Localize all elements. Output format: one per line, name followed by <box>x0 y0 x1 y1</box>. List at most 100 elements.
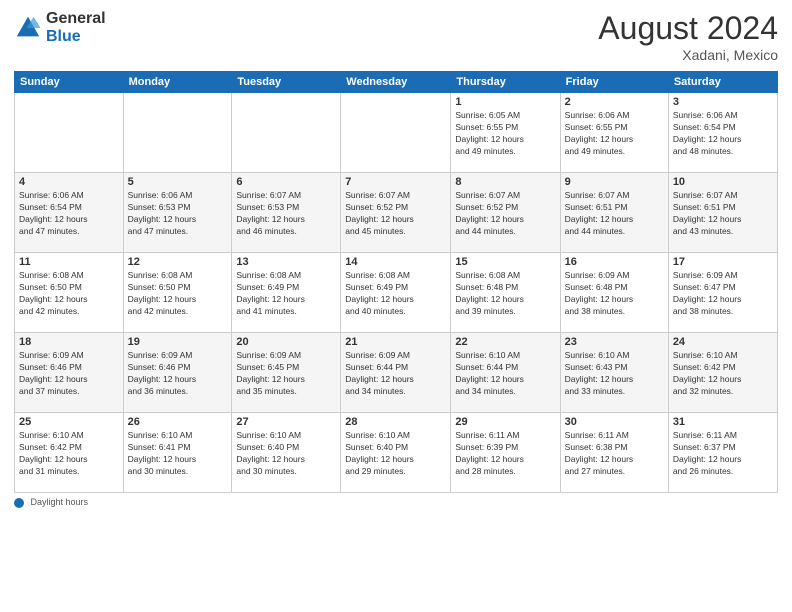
day-number: 17 <box>673 256 773 268</box>
day-info: Sunrise: 6:08 AM Sunset: 6:50 PM Dayligh… <box>128 270 228 318</box>
logo-general: General <box>46 10 106 28</box>
calendar-week-row: 18 Sunrise: 6:09 AM Sunset: 6:46 PM Dayli… <box>15 333 778 413</box>
day-info: Sunrise: 6:07 AM Sunset: 6:51 PM Dayligh… <box>565 190 664 238</box>
day-info: Sunrise: 6:11 AM Sunset: 6:37 PM Dayligh… <box>673 430 773 478</box>
day-number: 19 <box>128 336 228 348</box>
day-number: 21 <box>345 336 446 348</box>
day-info: Sunrise: 6:10 AM Sunset: 6:42 PM Dayligh… <box>673 350 773 398</box>
calendar-cell <box>123 93 232 173</box>
daylight-hours-label: Daylight hours <box>31 497 89 507</box>
title-block: August 2024 Xadani, Mexico <box>598 10 778 63</box>
calendar-cell: 2Sunrise: 6:06 AM Sunset: 6:55 PM Daylig… <box>560 93 668 173</box>
day-info: Sunrise: 6:08 AM Sunset: 6:49 PM Dayligh… <box>345 270 446 318</box>
day-info: Sunrise: 6:09 AM Sunset: 6:46 PM Dayligh… <box>19 350 119 398</box>
day-number: 4 <box>19 176 119 188</box>
day-number: 25 <box>19 416 119 428</box>
calendar-week-row: 1Sunrise: 6:05 AM Sunset: 6:55 PM Daylig… <box>15 93 778 173</box>
day-number: 16 <box>565 256 664 268</box>
calendar-cell: 1Sunrise: 6:05 AM Sunset: 6:55 PM Daylig… <box>451 93 560 173</box>
calendar-cell: 8Sunrise: 6:07 AM Sunset: 6:52 PM Daylig… <box>451 173 560 253</box>
logo-icon <box>14 14 42 42</box>
footer: Daylight hours <box>14 497 778 508</box>
day-number: 6 <box>236 176 336 188</box>
day-of-week-header: Friday <box>560 72 668 93</box>
calendar-cell: 4Sunrise: 6:06 AM Sunset: 6:54 PM Daylig… <box>15 173 124 253</box>
calendar-cell: 23 Sunrise: 6:10 AM Sunset: 6:43 PM Dayli… <box>560 333 668 413</box>
day-of-week-header: Saturday <box>668 72 777 93</box>
day-number: 18 <box>19 336 119 348</box>
day-number: 13 <box>236 256 336 268</box>
day-number: 8 <box>455 176 555 188</box>
day-info: Sunrise: 6:10 AM Sunset: 6:44 PM Dayligh… <box>455 350 555 398</box>
day-info: Sunrise: 6:09 AM Sunset: 6:47 PM Dayligh… <box>673 270 773 318</box>
day-info: Sunrise: 6:08 AM Sunset: 6:48 PM Dayligh… <box>455 270 555 318</box>
calendar-cell: 25 Sunrise: 6:10 AM Sunset: 6:42 PM Dayli… <box>15 413 124 493</box>
day-of-week-header: Sunday <box>15 72 124 93</box>
day-info: Sunrise: 6:05 AM Sunset: 6:55 PM Dayligh… <box>455 110 555 158</box>
day-number: 29 <box>455 416 555 428</box>
calendar-table: SundayMondayTuesdayWednesdayThursdayFrid… <box>14 71 778 493</box>
day-number: 3 <box>673 96 773 108</box>
day-info: Sunrise: 6:10 AM Sunset: 6:42 PM Dayligh… <box>19 430 119 478</box>
calendar-cell: 30 Sunrise: 6:11 AM Sunset: 6:38 PM Dayli… <box>560 413 668 493</box>
calendar-cell: 9Sunrise: 6:07 AM Sunset: 6:51 PM Daylig… <box>560 173 668 253</box>
day-number: 20 <box>236 336 336 348</box>
calendar-cell: 3Sunrise: 6:06 AM Sunset: 6:54 PM Daylig… <box>668 93 777 173</box>
calendar-cell: 21 Sunrise: 6:09 AM Sunset: 6:44 PM Dayli… <box>341 333 451 413</box>
calendar-cell: 7Sunrise: 6:07 AM Sunset: 6:52 PM Daylig… <box>341 173 451 253</box>
day-info: Sunrise: 6:10 AM Sunset: 6:40 PM Dayligh… <box>345 430 446 478</box>
day-info: Sunrise: 6:09 AM Sunset: 6:46 PM Dayligh… <box>128 350 228 398</box>
calendar-cell: 6 Sunrise: 6:07 AM Sunset: 6:53 PM Daylig… <box>232 173 341 253</box>
day-info: Sunrise: 6:11 AM Sunset: 6:39 PM Dayligh… <box>455 430 555 478</box>
day-info: Sunrise: 6:10 AM Sunset: 6:43 PM Dayligh… <box>565 350 664 398</box>
day-number: 7 <box>345 176 446 188</box>
calendar-cell <box>341 93 451 173</box>
location: Xadani, Mexico <box>598 47 778 63</box>
calendar-cell: 27 Sunrise: 6:10 AM Sunset: 6:40 PM Dayli… <box>232 413 341 493</box>
day-info: Sunrise: 6:10 AM Sunset: 6:40 PM Dayligh… <box>236 430 336 478</box>
calendar-cell: 26Sunrise: 6:10 AM Sunset: 6:41 PM Dayli… <box>123 413 232 493</box>
calendar-cell: 20 Sunrise: 6:09 AM Sunset: 6:45 PM Dayli… <box>232 333 341 413</box>
logo-blue: Blue <box>46 28 106 46</box>
day-number: 27 <box>236 416 336 428</box>
day-info: Sunrise: 6:09 AM Sunset: 6:44 PM Dayligh… <box>345 350 446 398</box>
day-number: 14 <box>345 256 446 268</box>
calendar-cell: 18 Sunrise: 6:09 AM Sunset: 6:46 PM Dayli… <box>15 333 124 413</box>
day-info: Sunrise: 6:11 AM Sunset: 6:38 PM Dayligh… <box>565 430 664 478</box>
month-title: August 2024 <box>598 10 778 47</box>
day-number: 31 <box>673 416 773 428</box>
day-number: 10 <box>673 176 773 188</box>
calendar-week-row: 11Sunrise: 6:08 AM Sunset: 6:50 PM Dayli… <box>15 253 778 333</box>
calendar-cell: 16Sunrise: 6:09 AM Sunset: 6:48 PM Dayli… <box>560 253 668 333</box>
calendar-week-row: 25 Sunrise: 6:10 AM Sunset: 6:42 PM Dayli… <box>15 413 778 493</box>
calendar-cell: 19 Sunrise: 6:09 AM Sunset: 6:46 PM Dayli… <box>123 333 232 413</box>
day-of-week-header: Monday <box>123 72 232 93</box>
day-info: Sunrise: 6:08 AM Sunset: 6:50 PM Dayligh… <box>19 270 119 318</box>
day-number: 30 <box>565 416 664 428</box>
day-number: 23 <box>565 336 664 348</box>
calendar-body: 1Sunrise: 6:05 AM Sunset: 6:55 PM Daylig… <box>15 93 778 493</box>
day-info: Sunrise: 6:07 AM Sunset: 6:53 PM Dayligh… <box>236 190 336 238</box>
calendar-cell: 10Sunrise: 6:07 AM Sunset: 6:51 PM Dayli… <box>668 173 777 253</box>
day-number: 15 <box>455 256 555 268</box>
logo-text: General Blue <box>46 10 106 45</box>
calendar-cell <box>15 93 124 173</box>
day-info: Sunrise: 6:09 AM Sunset: 6:45 PM Dayligh… <box>236 350 336 398</box>
day-info: Sunrise: 6:06 AM Sunset: 6:55 PM Dayligh… <box>565 110 664 158</box>
calendar-cell: 28Sunrise: 6:10 AM Sunset: 6:40 PM Dayli… <box>341 413 451 493</box>
header-row: SundayMondayTuesdayWednesdayThursdayFrid… <box>15 72 778 93</box>
day-of-week-header: Thursday <box>451 72 560 93</box>
day-number: 24 <box>673 336 773 348</box>
calendar-cell: 29 Sunrise: 6:11 AM Sunset: 6:39 PM Dayli… <box>451 413 560 493</box>
logo: General Blue <box>14 10 106 45</box>
main-container: General Blue August 2024 Xadani, Mexico … <box>0 0 792 612</box>
calendar-cell: 11Sunrise: 6:08 AM Sunset: 6:50 PM Dayli… <box>15 253 124 333</box>
calendar-cell: 13Sunrise: 6:08 AM Sunset: 6:49 PM Dayli… <box>232 253 341 333</box>
calendar-cell: 5Sunrise: 6:06 AM Sunset: 6:53 PM Daylig… <box>123 173 232 253</box>
day-of-week-header: Wednesday <box>341 72 451 93</box>
day-info: Sunrise: 6:10 AM Sunset: 6:41 PM Dayligh… <box>128 430 228 478</box>
calendar-cell: 14 Sunrise: 6:08 AM Sunset: 6:49 PM Dayli… <box>341 253 451 333</box>
calendar-cell: 22Sunrise: 6:10 AM Sunset: 6:44 PM Dayli… <box>451 333 560 413</box>
day-number: 5 <box>128 176 228 188</box>
calendar-cell: 31 Sunrise: 6:11 AM Sunset: 6:37 PM Dayli… <box>668 413 777 493</box>
